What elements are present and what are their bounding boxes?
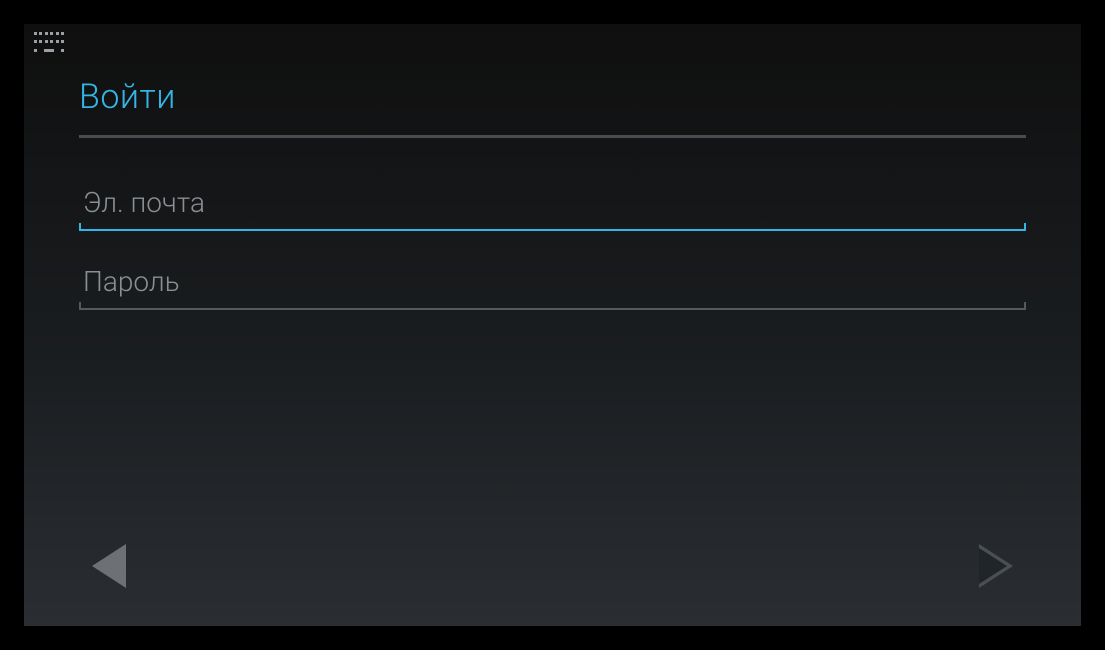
email-field-wrap xyxy=(79,180,1026,231)
back-button[interactable] xyxy=(79,536,139,596)
status-bar xyxy=(24,24,1081,59)
title-divider xyxy=(79,135,1026,138)
screen: Войти xyxy=(24,24,1081,626)
email-field[interactable] xyxy=(79,180,1026,229)
password-field-wrap xyxy=(79,259,1026,310)
login-form: Войти xyxy=(24,59,1081,310)
password-underline xyxy=(79,308,1026,310)
email-underline xyxy=(79,229,1026,231)
page-title: Войти xyxy=(79,77,1026,135)
keyboard-icon xyxy=(34,32,64,52)
forward-button[interactable] xyxy=(966,536,1026,596)
navigation-bar xyxy=(24,516,1081,626)
password-field[interactable] xyxy=(79,259,1026,308)
chevron-left-icon xyxy=(92,544,126,588)
chevron-right-icon xyxy=(979,544,1013,588)
